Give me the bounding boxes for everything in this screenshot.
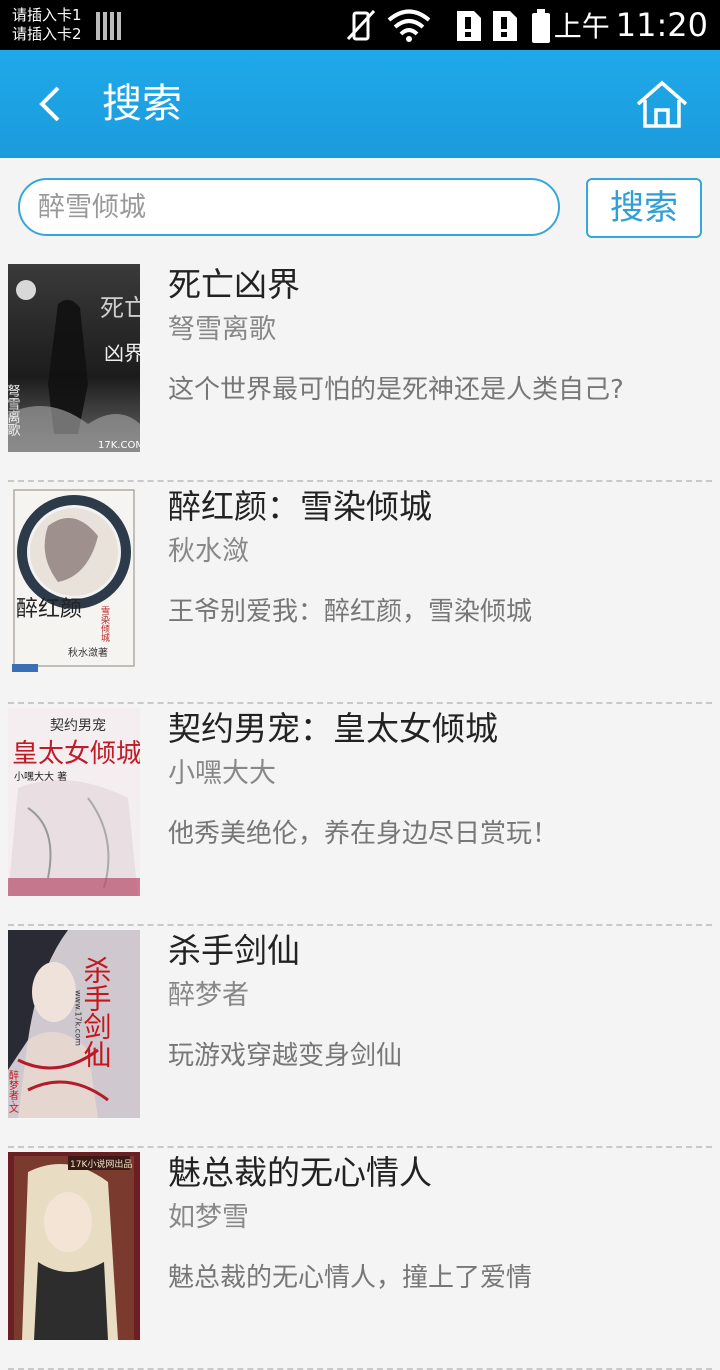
search-input[interactable] — [18, 178, 560, 236]
book-title: 杀手剑仙 — [168, 931, 300, 970]
sim-status: 请插入卡1 请插入卡2 — [12, 6, 82, 44]
clock: 上午 11:20 — [554, 6, 708, 46]
back-arrow-icon — [39, 86, 60, 122]
no-signal-icon — [96, 12, 121, 40]
book-description: 魅总裁的无心情人，撞上了爱情 — [168, 1263, 533, 1293]
back-button[interactable] — [26, 78, 78, 130]
book-cover: 醉红颜 雪染倾城 秋水潋著 — [8, 486, 140, 674]
status-bar: 请插入卡1 请插入卡2 上午 11:20 — [0, 0, 720, 50]
search-button[interactable]: 搜索 — [586, 178, 702, 238]
svg-text:弩雪离歌: 弩雪离歌 — [8, 384, 20, 436]
sim2-missing-icon — [493, 11, 517, 41]
list-item[interactable]: 醉红颜 雪染倾城 秋水潋著 醉红颜：雪染倾城 秋水潋 王爷别爱我：醉红颜，雪染倾… — [8, 482, 712, 704]
book-title: 死亡凶界 — [168, 265, 300, 304]
book-cover: 杀手剑仙 www.17k.com 醉梦者·文 — [8, 930, 140, 1118]
book-author: 秋水潋 — [168, 536, 249, 567]
clock-ampm: 上午 — [553, 10, 610, 43]
svg-text:凶界: 凶界 — [104, 341, 140, 365]
list-item[interactable]: 死亡 凶界 弩雪离歌 17K.COM 死亡凶界 弩雪离歌 这个世界最可怕的是死神… — [8, 260, 712, 482]
home-button[interactable] — [634, 80, 690, 130]
sim1-status: 请插入卡1 — [12, 6, 82, 24]
clock-time: 11:20 — [615, 6, 708, 44]
book-description: 他秀美绝伦，养在身边尽日赏玩！ — [168, 819, 559, 849]
book-title: 醉红颜：雪染倾城 — [168, 487, 432, 526]
home-icon — [636, 80, 688, 128]
book-description: 这个世界最可怕的是死神还是人类自己? — [168, 375, 624, 405]
page-title: 搜索 — [102, 81, 182, 127]
svg-text:契约男宠: 契约男宠 — [50, 718, 106, 734]
book-author: 醉梦者 — [168, 980, 249, 1011]
battery-icon — [532, 9, 550, 43]
app-bar: 搜索 — [0, 50, 720, 158]
svg-text:秋水潋著: 秋水潋著 — [68, 646, 108, 659]
svg-text:死亡: 死亡 — [100, 294, 140, 322]
book-description: 玩游戏穿越变身剑仙 — [168, 1041, 403, 1071]
svg-text:醉红颜: 醉红颜 — [16, 597, 82, 622]
book-title: 魅总裁的无心情人 — [168, 1153, 432, 1192]
svg-text:醉梦者·文: 醉梦者·文 — [8, 1069, 19, 1114]
sim2-status: 请插入卡2 — [12, 25, 82, 43]
svg-text:小嘿大大 著: 小嘿大大 著 — [14, 770, 67, 783]
book-author: 弩雪离歌 — [168, 314, 276, 345]
list-item[interactable]: 17K小说网出品 魅总裁的无心情人 如梦雪 魅总裁的无心情人，撞上了爱情 — [8, 1148, 712, 1370]
book-author: 如梦雪 — [168, 1202, 249, 1233]
svg-text:www.17k.com: www.17k.com — [74, 990, 83, 1046]
list-item[interactable]: 契约男宠 皇太女倾城 小嘿大大 著 契约男宠：皇太女倾城 小嘿大大 他秀美绝伦，… — [8, 704, 712, 926]
vibrate-off-icon — [346, 9, 376, 41]
svg-text:雪染倾城: 雪染倾城 — [99, 606, 110, 643]
book-author: 小嘿大大 — [168, 758, 276, 789]
book-cover: 契约男宠 皇太女倾城 小嘿大大 著 — [8, 708, 140, 896]
sim1-missing-icon — [457, 11, 481, 41]
book-title: 契约男宠：皇太女倾城 — [168, 709, 498, 748]
svg-text:皇太女倾城: 皇太女倾城 — [12, 739, 140, 769]
book-description: 王爷别爱我：醉红颜，雪染倾城 — [168, 597, 533, 627]
svg-text:17K.COM: 17K.COM — [98, 440, 140, 451]
wifi-icon — [387, 9, 431, 42]
list-item[interactable]: 杀手剑仙 www.17k.com 醉梦者·文 杀手剑仙 醉梦者 玩游戏穿越变身剑… — [8, 926, 712, 1148]
svg-text:17K小说网出品: 17K小说网出品 — [70, 1158, 132, 1170]
book-cover: 17K小说网出品 — [8, 1152, 140, 1340]
search-results-list: 死亡 凶界 弩雪离歌 17K.COM 死亡凶界 弩雪离歌 这个世界最可怕的是死神… — [0, 260, 720, 1370]
svg-text:杀手剑仙: 杀手剑仙 — [80, 956, 113, 1068]
book-cover: 死亡 凶界 弩雪离歌 17K.COM — [8, 264, 140, 452]
